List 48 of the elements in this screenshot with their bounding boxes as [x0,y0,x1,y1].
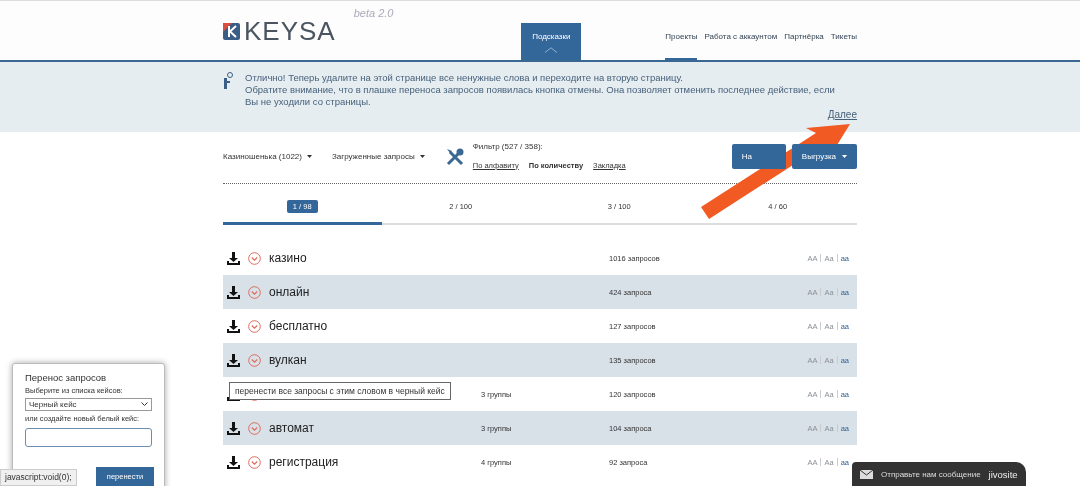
hint-text: Отлично! Теперь удалите на этой странице все ненужные слова и переходите на вторую страницу. Обратите внимание, что в плашке переноса запросов появилась кнопка отмены. Она позволяет отменить последнее действие, если Вы не уходили со страницы. [245,72,835,108]
download-icon[interactable] [227,421,240,435]
chevron-down-icon[interactable] [248,353,261,367]
keyword: регистрация [269,455,339,469]
source-dropdown[interactable]: Загруженные запросы [331,152,425,161]
chat-bar[interactable]: Отправьте нам сообщение jivosite [852,462,1026,486]
tools-icon [444,146,465,167]
chevron-down-icon[interactable] [248,455,261,469]
project-dropdown[interactable]: Казиношенька (1022) [223,152,312,161]
nav-link[interactable]: Работа с аккаунтом [704,1,778,60]
new-case-field[interactable] [25,428,152,447]
logo-icon [223,23,240,40]
caret-up-icon [544,47,559,53]
info-icon [223,72,233,90]
nav-link[interactable]: Партнёрка [784,1,824,60]
chevron-down-icon [141,402,148,407]
chat-label: Отправьте нам сообщение [881,469,981,479]
caret-down-icon [306,155,312,158]
chevron-down-icon[interactable] [248,251,261,265]
keyword: казино [269,251,307,265]
tooltip: перенести все запросы с этим словом в черный кейс [229,382,451,400]
download-icon[interactable] [227,455,240,469]
status-text: javascript:void(0); [0,469,77,486]
dropdown-button[interactable]: Выгрузка [791,144,857,169]
envelope-icon [860,469,873,479]
filter-label: Фильтр (527 / 358): [472,141,544,151]
caret-down-icon [419,155,425,158]
hints-tab[interactable]: Подсказки [521,23,582,60]
download-icon[interactable] [227,285,240,299]
logo-text: KEYSA [244,16,336,47]
download-icon[interactable] [227,251,240,265]
download-icon[interactable] [227,319,240,333]
case-select[interactable]: Черный кейс [25,398,152,411]
dropdown-button[interactable]: На [731,144,786,169]
caret-down-icon [842,155,847,158]
chevron-down-icon[interactable] [248,285,261,299]
nav-link[interactable]: Тикеты [830,1,857,60]
version-label: beta 2.0 [353,7,394,19]
chevron-down-icon[interactable] [248,319,261,333]
chevron-down-icon[interactable] [248,421,261,435]
chat-brand: jivosite [988,468,1018,480]
keyword: автомат [269,421,314,435]
keyword: бесплатно [269,319,328,333]
keyword: вулкан [269,353,307,367]
panel-title: Перенос запросов [25,372,108,383]
download-icon[interactable] [227,353,240,367]
keyword: онлайн [269,285,310,299]
next-link[interactable]: Далее [827,109,857,120]
